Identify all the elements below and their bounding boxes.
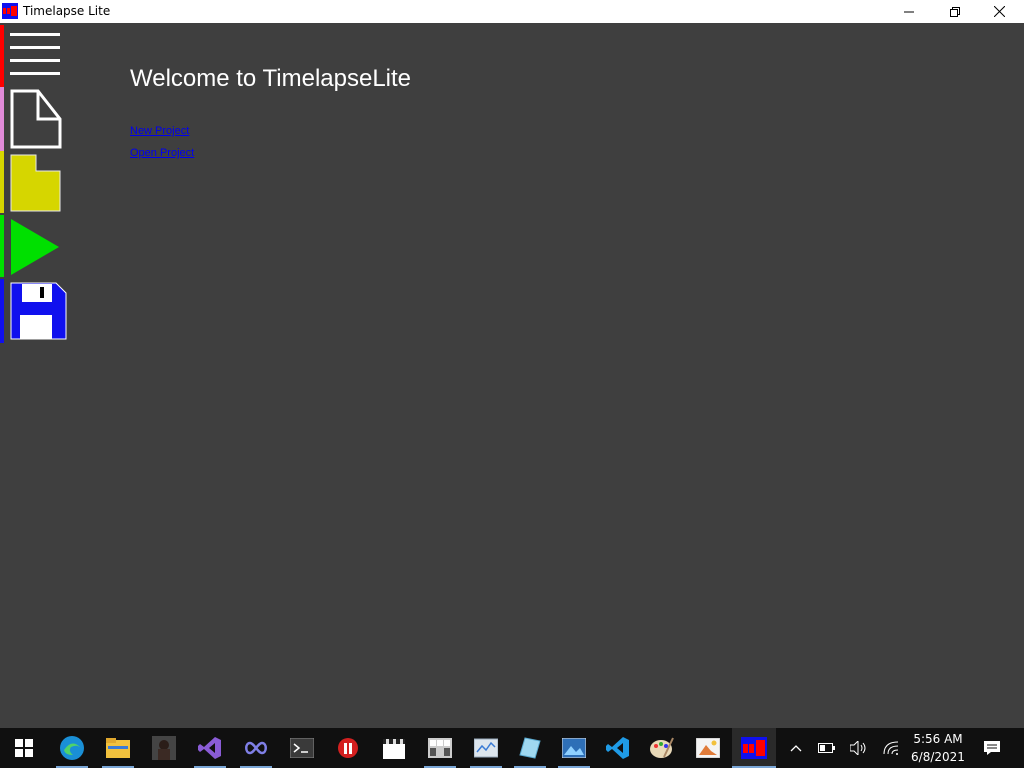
taskbar-terminal[interactable] <box>280 728 324 768</box>
clock-time: 5:56 AM <box>913 732 963 746</box>
speaker-icon <box>850 741 866 755</box>
paint-palette-icon <box>650 737 674 758</box>
title-bar: Timelapse Lite <box>0 0 1024 23</box>
sidebar-item-save[interactable] <box>0 279 70 343</box>
taskbar-red-app[interactable] <box>326 728 370 768</box>
taskbar-grid-app[interactable] <box>418 728 462 768</box>
sidebar-item-open[interactable] <box>0 151 70 213</box>
play-icon <box>11 219 59 275</box>
volume-indicator[interactable] <box>846 728 872 768</box>
sidebar-color-bar <box>0 215 4 277</box>
timelapse-lite-app-icon <box>2 3 18 19</box>
crystal-app-icon <box>519 737 541 759</box>
taskbar-crystal-app[interactable] <box>508 728 552 768</box>
notification-center-button[interactable] <box>978 728 1006 768</box>
taskbar-image-editor[interactable] <box>686 728 730 768</box>
taskbar-clapperboard[interactable] <box>372 728 416 768</box>
network-indicator[interactable] <box>878 728 904 768</box>
sidebar-color-bar <box>0 87 4 151</box>
photo-app-icon <box>152 736 176 760</box>
minimize-button[interactable] <box>886 0 932 23</box>
sidebar-item-new[interactable] <box>0 87 70 151</box>
taskbar-photo-viewer[interactable] <box>552 728 596 768</box>
terminal-icon <box>290 738 314 758</box>
clapperboard-icon <box>383 739 405 759</box>
welcome-heading: Welcome to TimelapseLite <box>130 65 412 92</box>
dashboard-app-icon <box>474 738 498 758</box>
timelapse-lite-icon <box>741 737 767 759</box>
photo-viewer-icon <box>562 738 586 758</box>
new-project-link[interactable]: New Project <box>130 125 189 137</box>
taskbar-timelapse-lite[interactable] <box>732 728 776 768</box>
image-editor-icon <box>696 738 720 758</box>
edge-icon <box>60 736 84 760</box>
chevron-up-icon <box>790 745 802 752</box>
windows-start-icon <box>15 739 33 757</box>
taskbar-paint-palette[interactable] <box>640 728 684 768</box>
restore-button[interactable] <box>932 0 978 23</box>
red-app-icon <box>338 738 358 758</box>
grid-app-icon <box>428 738 452 758</box>
taskbar-vscode[interactable] <box>596 728 640 768</box>
taskbar-infinity-app[interactable] <box>234 728 278 768</box>
vscode-icon <box>606 737 629 759</box>
sidebar-color-bar <box>0 25 4 87</box>
sidebar <box>0 23 80 353</box>
clock-date: 6/8/2021 <box>911 750 965 764</box>
wifi-icon <box>883 741 899 755</box>
folder-icon <box>10 154 61 212</box>
taskbar-photo-app[interactable] <box>142 728 186 768</box>
floppy-disk-icon <box>10 282 67 340</box>
taskbar-file-explorer[interactable] <box>96 728 140 768</box>
file-explorer-icon <box>106 738 130 758</box>
open-project-link[interactable]: Open Project <box>130 147 194 159</box>
battery-icon <box>818 743 835 753</box>
sidebar-item-menu[interactable] <box>0 25 70 87</box>
start-button[interactable] <box>2 728 46 768</box>
tray-overflow-button[interactable] <box>784 728 808 768</box>
sidebar-item-play[interactable] <box>0 215 70 277</box>
battery-indicator[interactable] <box>814 728 840 768</box>
window-title: Timelapse Lite <box>23 4 111 18</box>
close-button[interactable] <box>976 0 1022 23</box>
sidebar-color-bar <box>0 151 4 213</box>
main-area: Welcome to TimelapseLite New Project Ope… <box>0 23 1024 728</box>
taskbar: 5:56 AM 6/8/2021 <box>0 728 1024 768</box>
taskbar-dashboard-app[interactable] <box>464 728 508 768</box>
sidebar-color-bar <box>0 279 4 343</box>
visual-studio-icon <box>198 737 221 759</box>
taskbar-visual-studio[interactable] <box>188 728 232 768</box>
taskbar-clock[interactable]: 5:56 AM 6/8/2021 <box>908 730 968 766</box>
close-icon <box>993 6 1005 17</box>
hamburger-menu-icon <box>10 33 60 75</box>
notification-icon <box>984 741 1000 755</box>
taskbar-edge[interactable] <box>50 728 94 768</box>
restore-icon <box>950 6 960 17</box>
new-document-icon <box>10 89 62 149</box>
minimize-icon <box>904 11 914 12</box>
infinity-app-icon <box>245 741 267 755</box>
